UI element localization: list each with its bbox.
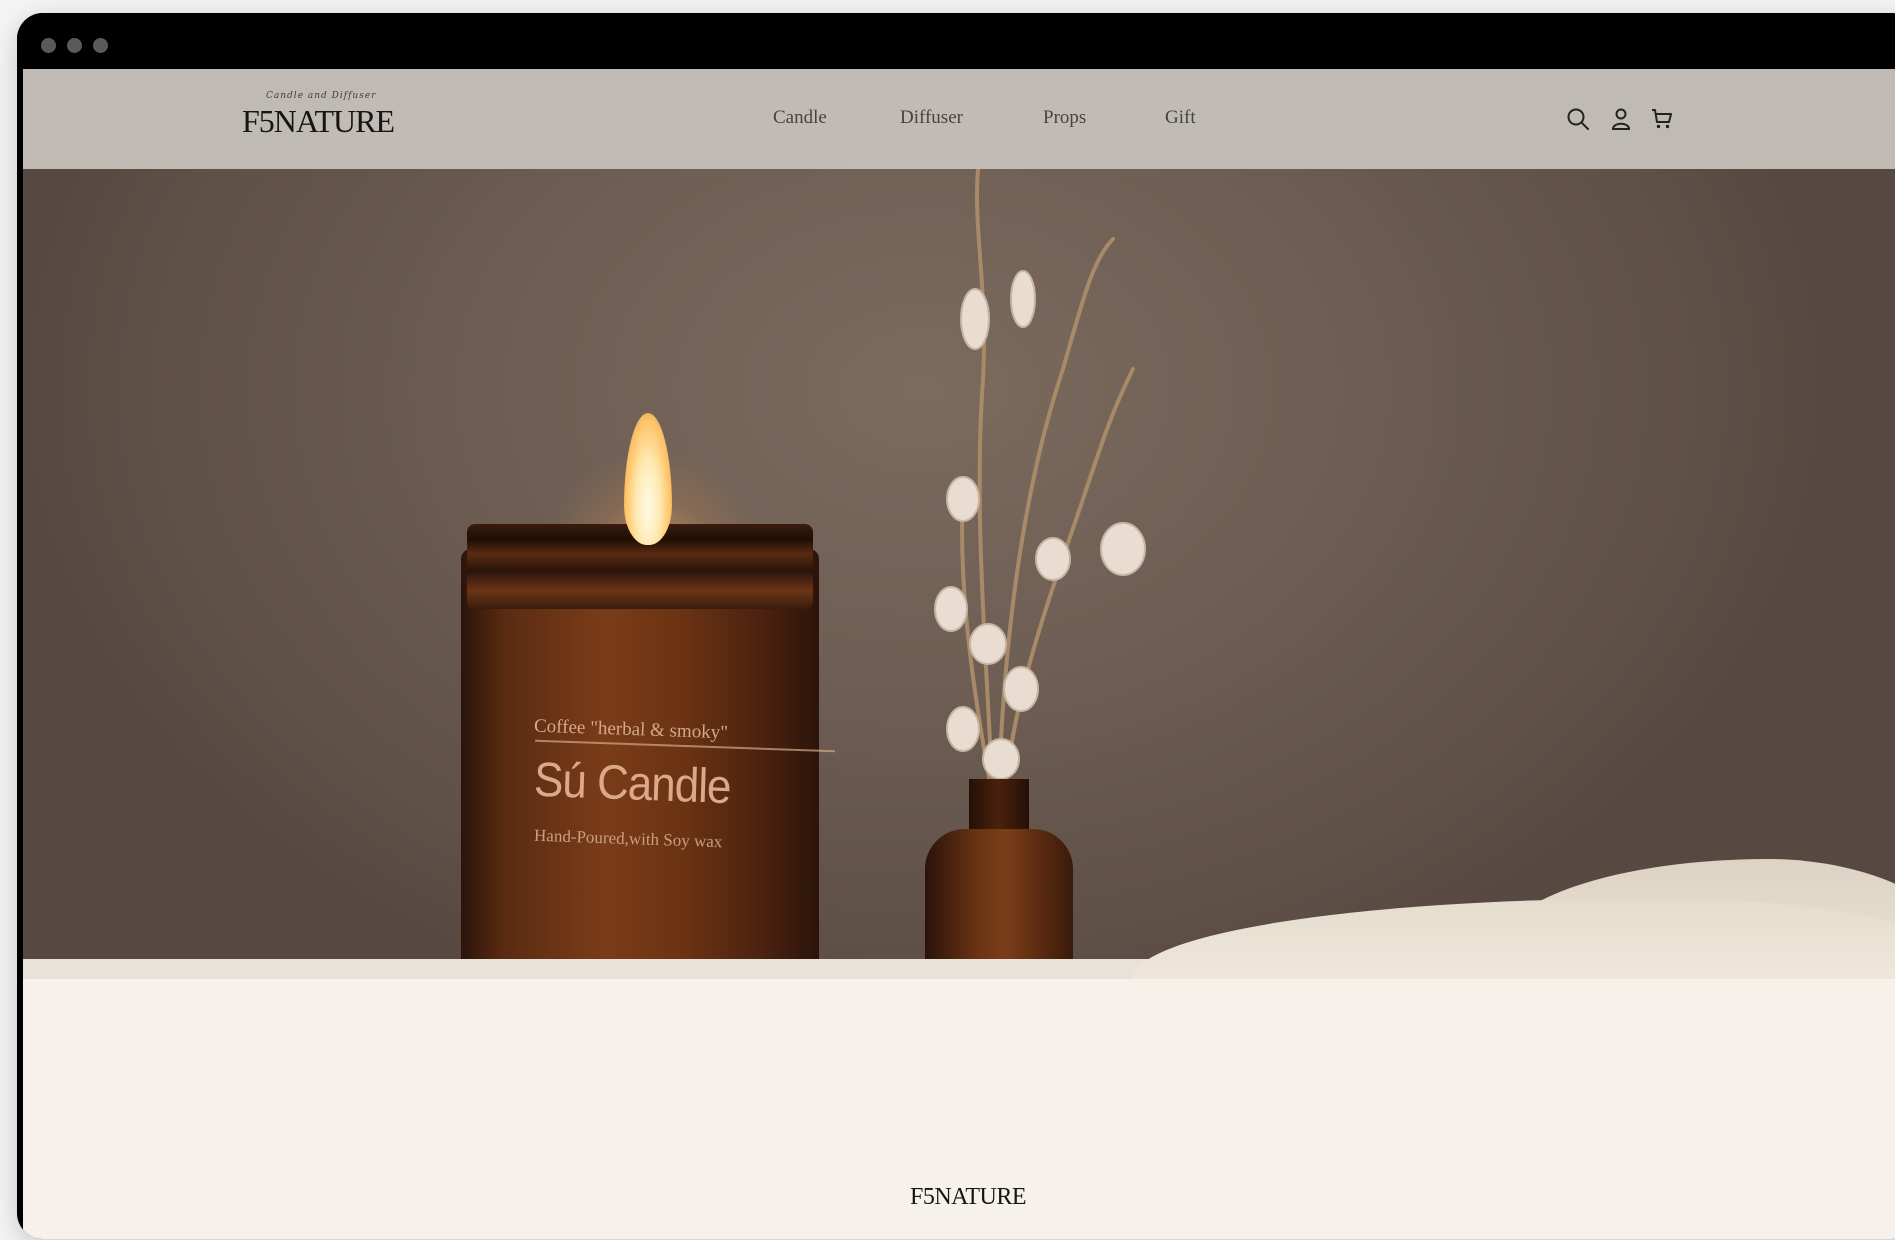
- window-maximize-dot[interactable]: [93, 38, 108, 53]
- nav-link-props[interactable]: Props: [1043, 107, 1086, 129]
- browser-window: Coffee "herbal & smoky" Sú Candle Hand-P…: [17, 13, 1895, 1239]
- search-icon[interactable]: [1566, 107, 1590, 131]
- nav-link-diffuser[interactable]: Diffuser: [900, 107, 963, 129]
- vase: [925, 829, 1073, 979]
- willow-branches: [934, 169, 1146, 809]
- candle-flame: [624, 413, 672, 545]
- window-close-dot[interactable]: [41, 38, 56, 53]
- page-viewport: Coffee "herbal & smoky" Sú Candle Hand-P…: [23, 69, 1895, 1239]
- nav-link-gift[interactable]: Gift: [1165, 107, 1196, 129]
- fabric-front: [1133, 899, 1895, 979]
- user-icon[interactable]: [1609, 107, 1633, 131]
- cart-icon[interactable]: [1650, 107, 1674, 131]
- product-brand: Sú Candle: [533, 752, 732, 815]
- site-header: Candle and Diffuser F5NATURE Candle Diff…: [23, 69, 1895, 169]
- footer-logo[interactable]: F5NATURE: [23, 1184, 1895, 1211]
- logo-tagline: Candle and Diffuser: [266, 91, 377, 101]
- window-titlebar: [17, 13, 1895, 69]
- hero-banner: Coffee "herbal & smoky" Sú Candle Hand-P…: [23, 69, 1895, 979]
- nav-link-candle[interactable]: Candle: [773, 107, 827, 129]
- window-minimize-dot[interactable]: [67, 38, 82, 53]
- vase-neck: [969, 779, 1029, 833]
